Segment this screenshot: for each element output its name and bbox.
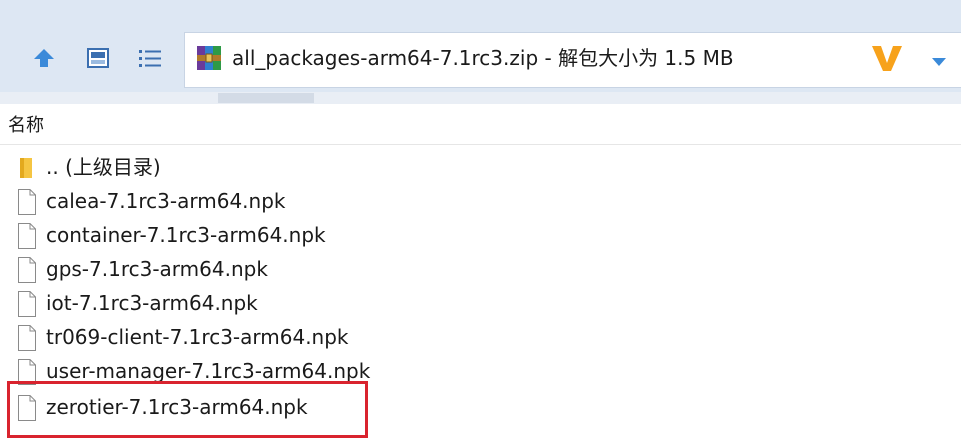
list-item-parent-directory[interactable]: .. (上级目录) [0, 150, 961, 184]
file-icon [16, 222, 38, 250]
winrar-archive-icon [194, 43, 224, 73]
list-item[interactable]: calea-7.1rc3-arm64.npk [0, 184, 961, 218]
address-path: all_packages-arm64-7.1rc3.zip - 解包大小为 1.… [232, 46, 734, 70]
column-header-name[interactable]: 名称 [8, 112, 44, 140]
header-divider [0, 144, 961, 145]
list-item[interactable]: tr069-client-7.1rc3-arm64.npk [0, 320, 961, 354]
chevron-down-icon[interactable] [930, 53, 948, 66]
file-icon [16, 290, 38, 318]
list-item[interactable]: gps-7.1rc3-arm64.npk [0, 252, 961, 286]
horizontal-scrollbar[interactable] [0, 92, 961, 104]
up-arrow-icon[interactable] [30, 44, 58, 72]
file-icon [16, 256, 38, 284]
list-item-label: .. (上级目录) [46, 155, 161, 179]
scrollbar-thumb[interactable] [218, 93, 314, 103]
details-view-icon[interactable] [84, 44, 112, 72]
list-item-label: calea-7.1rc3-arm64.npk [46, 189, 286, 213]
v-logo-icon[interactable] [870, 43, 904, 73]
file-icon [16, 188, 38, 216]
list-item[interactable]: container-7.1rc3-arm64.npk [0, 218, 961, 252]
highlight-box [7, 381, 368, 438]
list-item-label: container-7.1rc3-arm64.npk [46, 223, 326, 247]
list-item-label: tr069-client-7.1rc3-arm64.npk [46, 325, 349, 349]
list-item-label: gps-7.1rc3-arm64.npk [46, 257, 268, 281]
file-icon [16, 324, 38, 352]
folder-icon [16, 154, 38, 182]
list-view-icon[interactable] [136, 44, 164, 72]
list-item-label: iot-7.1rc3-arm64.npk [46, 291, 258, 315]
list-item[interactable]: iot-7.1rc3-arm64.npk [0, 286, 961, 320]
